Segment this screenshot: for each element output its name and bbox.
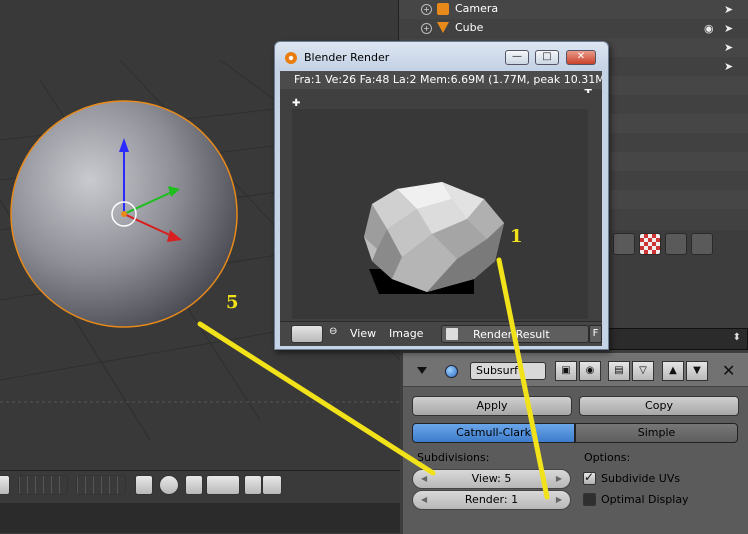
fake-user-button[interactable]: F [589, 325, 602, 343]
image-menu[interactable]: Image [389, 327, 423, 340]
optimal-display-checkbox[interactable] [583, 493, 596, 506]
render-subdivisions-field[interactable]: ◀ Render: 1 ▶ [412, 490, 571, 510]
cursor-select-icon[interactable]: ➤ [724, 60, 734, 73]
window-title: Blender Render [304, 51, 390, 64]
render-window-footer: ⊖ View Image Render Result F [280, 321, 602, 346]
dropdown-arrow-icon: ⬍ [732, 332, 741, 343]
outliner-row-camera[interactable]: + Camera ➤ [399, 0, 748, 19]
decrement-arrow-icon[interactable]: ◀ [421, 491, 427, 509]
camera-icon [437, 3, 449, 15]
image-name: Render Result [473, 328, 550, 341]
add-modifier-dropdown[interactable]: ⬍ [605, 328, 748, 350]
expand-icon[interactable]: + [421, 4, 432, 15]
catmull-clark-button[interactable]: Catmull-Clark [412, 423, 575, 443]
view-subdivisions-value: View: 5 [471, 472, 512, 485]
modifier-header[interactable]: Subsurf ▣ ◉ ▤ ▽ ▲ ▼ ✕ [403, 354, 748, 387]
pivot-icon[interactable] [159, 475, 179, 495]
render-stats-text: Fra:1 Ve:26 Fa:48 La:2 Mem:6.69M (1.77M,… [280, 71, 602, 89]
plus-icon: ✚ [584, 89, 593, 96]
timeline-area [0, 503, 400, 533]
optimal-display-label: Optimal Display [601, 493, 689, 506]
eye-icon[interactable]: ◉ [704, 22, 714, 35]
subsurf-modifier-panel: Subsurf ▣ ◉ ▤ ▽ ▲ ▼ ✕ Apply Copy Catmull… [403, 353, 748, 534]
outliner-row-cube[interactable]: + Cube ◉ ➤ [399, 19, 748, 38]
cursor-select-icon[interactable]: ➤ [724, 41, 734, 54]
maximize-button[interactable]: □ [535, 50, 559, 65]
lock-icon[interactable] [135, 475, 153, 495]
toolbar-mode-button[interactable] [0, 475, 10, 495]
tab-texture[interactable] [639, 233, 661, 255]
image-browse-field[interactable]: Render Result [441, 325, 589, 343]
outliner-item-label: Camera [455, 2, 499, 15]
image-icon [446, 328, 458, 340]
options-label: Options: [584, 451, 631, 464]
tab-physics[interactable] [691, 233, 713, 255]
render-window[interactable]: Blender Render — □ ✕ Fra:1 Ve:26 Fa:48 L… [274, 41, 609, 350]
render-subdivisions-value: Render: 1 [464, 493, 519, 506]
render-image-area[interactable]: ✚ ✚ [280, 89, 602, 321]
snap-icon[interactable] [185, 475, 203, 495]
cage-toggle-icon[interactable]: ▽ [632, 361, 654, 381]
tab-material[interactable] [613, 233, 635, 255]
copy-button[interactable]: Copy [579, 396, 739, 416]
plus-icon: ✚ [292, 98, 301, 109]
subdivide-uvs-label: Subdivide UVs [601, 472, 681, 485]
render-toggle-icon[interactable]: ▣ [555, 361, 577, 381]
viewport-toggle-icon[interactable]: ◉ [579, 361, 601, 381]
close-icon[interactable]: ✕ [722, 361, 735, 380]
subdivisions-label: Subdivisions: [417, 451, 490, 464]
rendered-mesh [364, 182, 504, 294]
decrement-arrow-icon[interactable]: ◀ [421, 470, 427, 488]
increment-arrow-icon[interactable]: ▶ [556, 491, 562, 509]
editor-type-dropdown[interactable] [291, 325, 323, 343]
close-window-button[interactable]: ✕ [566, 50, 596, 65]
modifier-name-field[interactable]: Subsurf [470, 362, 546, 380]
apply-button[interactable]: Apply [412, 396, 572, 416]
mesh-icon [437, 22, 449, 33]
simple-button[interactable]: Simple [575, 423, 738, 443]
tab-particles[interactable] [665, 233, 687, 255]
render-result-image [292, 109, 588, 319]
object-origin [121, 211, 127, 217]
collapse-triangle-icon[interactable] [417, 367, 427, 374]
annotation-label-5: 5 [226, 292, 239, 313]
render-window-titlebar[interactable]: Blender Render — □ ✕ [275, 42, 608, 70]
move-up-icon[interactable]: ▲ [662, 361, 684, 381]
layer-buttons-2[interactable] [76, 475, 126, 495]
layer-buttons-1[interactable] [18, 475, 68, 495]
move-down-icon[interactable]: ▼ [686, 361, 708, 381]
cursor-select-icon[interactable]: ➤ [724, 3, 734, 16]
render-opengl-icon[interactable] [244, 475, 262, 495]
blender-logo-icon [285, 52, 297, 64]
viewport-toolbar [0, 473, 400, 499]
subdivide-uvs-checkbox[interactable] [583, 470, 596, 485]
editmode-toggle-icon[interactable]: ▤ [608, 361, 630, 381]
view-menu[interactable]: View [350, 327, 376, 340]
collapse-menu-icon[interactable]: ⊖ [329, 326, 337, 337]
view-subdivisions-field[interactable]: ◀ View: 5 ▶ [412, 469, 571, 489]
properties-tabs [607, 230, 748, 258]
snap-element-dropdown[interactable] [206, 475, 240, 495]
expand-icon[interactable]: + [421, 23, 432, 34]
minimize-button[interactable]: — [505, 50, 529, 65]
subsurf-modifier-icon [445, 365, 458, 378]
increment-arrow-icon[interactable]: ▶ [556, 470, 562, 488]
annotation-label-1: 1 [510, 226, 523, 247]
outliner-item-label: Cube [455, 21, 484, 34]
render-animation-icon[interactable] [262, 475, 282, 495]
cursor-select-icon[interactable]: ➤ [724, 22, 734, 35]
